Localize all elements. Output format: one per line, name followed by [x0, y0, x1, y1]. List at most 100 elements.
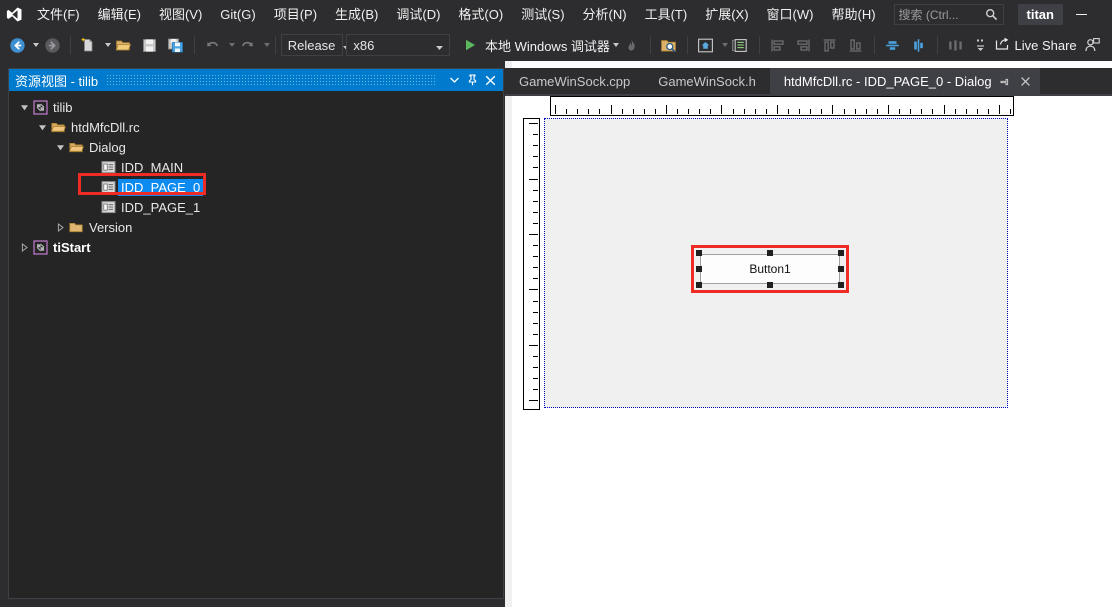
tree-item-tistart[interactable]: tiStart: [9, 237, 503, 257]
toolbar-separator: [274, 36, 276, 54]
platform-combo[interactable]: x86: [346, 34, 450, 56]
folder-open-icon: [67, 137, 85, 157]
designer-gutter: [505, 61, 512, 607]
tree-item-htdmfcdll-rc[interactable]: htdMfcDll.rc: [9, 117, 503, 137]
menu-help[interactable]: 帮助(H): [822, 0, 884, 29]
save-all-icon[interactable]: [163, 33, 189, 57]
resize-handle-middle-right[interactable]: [838, 266, 844, 272]
configuration-combo[interactable]: Release: [280, 34, 351, 56]
play-icon[interactable]: [457, 33, 483, 57]
account-icon[interactable]: [1079, 37, 1112, 53]
menu-git[interactable]: Git(G): [211, 0, 264, 29]
twisty-placeholder: [85, 177, 99, 197]
align-top-icon[interactable]: [817, 33, 843, 57]
tree-item-dialog[interactable]: Dialog: [9, 137, 503, 157]
align-left-icon[interactable]: [765, 33, 791, 57]
close-icon[interactable]: [481, 71, 499, 89]
minimize-icon[interactable]: [1064, 0, 1098, 29]
menu-edit[interactable]: 编辑(E): [89, 0, 150, 29]
menu-view[interactable]: 视图(V): [150, 0, 211, 29]
pin-icon[interactable]: [463, 71, 481, 89]
menu-format[interactable]: 格式(O): [449, 0, 512, 29]
tree-item-version[interactable]: Version: [9, 217, 503, 237]
tab-label: htdMfcDll.rc - IDD_PAGE_0 - Dialog: [783, 73, 992, 89]
properties-window-icon[interactable]: [728, 33, 754, 57]
toolbar-overflow-icon[interactable]: [968, 33, 994, 57]
expanded-twisty-icon[interactable]: [53, 137, 67, 157]
resource-view-header: 资源视图 - tilib: [9, 69, 503, 91]
new-file-icon[interactable]: [76, 33, 102, 57]
open-folder-icon[interactable]: [111, 33, 137, 57]
close-icon[interactable]: [1018, 73, 1034, 89]
collapsed-twisty-icon[interactable]: [53, 217, 67, 237]
dialog-button-control[interactable]: Button1: [700, 254, 840, 284]
resource-view-panel: 资源视图 - tilib tilib htdMfcDll.rc Dialog I…: [8, 68, 504, 599]
project-icon: [31, 237, 49, 257]
account-badge[interactable]: titan: [1017, 4, 1063, 25]
space-across-icon[interactable]: [942, 33, 968, 57]
resize-handle-middle-left[interactable]: [696, 266, 702, 272]
center-horizontal-icon[interactable]: [880, 33, 906, 57]
start-debug-label[interactable]: 本地 Windows 调试器: [485, 36, 610, 55]
tab-label: GameWinSock.cpp: [519, 73, 631, 89]
menu-extensions[interactable]: 扩展(X): [696, 0, 757, 29]
center-vertical-icon[interactable]: [906, 33, 932, 57]
dialog-design-surface[interactable]: Button1: [544, 118, 1008, 408]
menu-file[interactable]: 文件(F): [28, 0, 89, 29]
align-bottom-icon[interactable]: [843, 33, 869, 57]
menu-build[interactable]: 生成(B): [326, 0, 387, 29]
undo-icon[interactable]: [200, 33, 226, 57]
vertical-ruler: [523, 118, 540, 410]
tree-item-idd-page-0[interactable]: IDD_PAGE_0: [9, 177, 503, 197]
tab-label: GameWinSock.h: [658, 73, 756, 89]
tree-item-idd-main[interactable]: IDD_MAIN: [9, 157, 503, 177]
resize-handle-top-right[interactable]: [838, 250, 844, 256]
menu-bar: 文件(F) 编辑(E) 视图(V) Git(G) 项目(P) 生成(B) 调试(…: [0, 0, 1112, 29]
expanded-twisty-icon[interactable]: [35, 117, 49, 137]
collapsed-twisty-icon[interactable]: [17, 237, 31, 257]
tab-gamewinsock-h[interactable]: GameWinSock.h: [644, 68, 770, 94]
expanded-twisty-icon[interactable]: [17, 97, 31, 117]
pin-icon[interactable]: [997, 73, 1013, 89]
menu-debug[interactable]: 调试(D): [387, 0, 449, 29]
live-share-label: Live Share: [1014, 37, 1077, 53]
tab-gamewinsock-cpp[interactable]: GameWinSock.cpp: [505, 68, 645, 94]
resize-handle-bottom-center[interactable]: [767, 282, 773, 288]
navigate-forward-icon[interactable]: [39, 33, 65, 57]
live-share-icon: [995, 36, 1010, 54]
resize-handle-top-left[interactable]: [696, 250, 702, 256]
tree-item-label: IDD_MAIN: [121, 159, 184, 175]
resize-handle-bottom-left[interactable]: [696, 282, 702, 288]
chevron-down-icon[interactable]: [445, 71, 463, 89]
tree-item-tilib[interactable]: tilib: [9, 97, 503, 117]
menu-test[interactable]: 测试(S): [512, 0, 573, 29]
menu-project[interactable]: 项目(P): [265, 0, 326, 29]
redo-icon[interactable]: [235, 33, 261, 57]
tree-item-label-selected: IDD_PAGE_0: [118, 178, 204, 196]
home-icon[interactable]: [693, 33, 719, 57]
tree-item-label: tiStart: [53, 239, 91, 255]
dialog-designer-surface-host: Button1: [512, 96, 1112, 607]
live-share-button[interactable]: Live Share: [995, 36, 1079, 54]
menu-window[interactable]: 窗口(W): [758, 0, 823, 29]
dialog-button-label: Button1: [749, 262, 791, 276]
redo-dropdown[interactable]: [263, 43, 270, 47]
folder-search-icon[interactable]: [656, 33, 682, 57]
platform-value: x86: [353, 37, 375, 53]
menu-analyze[interactable]: 分析(N): [574, 0, 636, 29]
hot-reload-icon[interactable]: [619, 33, 645, 57]
tree-item-idd-page-1[interactable]: IDD_PAGE_1: [9, 197, 503, 217]
tab-htdmfcdll-rc-idd-page-0-dialog[interactable]: htdMfcDll.rc - IDD_PAGE_0 - Dialog: [769, 68, 1040, 94]
resize-handle-top-center[interactable]: [767, 250, 773, 256]
configuration-value: Release: [287, 37, 336, 53]
menu-tools[interactable]: 工具(T): [636, 0, 697, 29]
panel-drag-handle[interactable]: [106, 74, 437, 86]
search-input[interactable]: 搜索 (Ctrl...: [893, 4, 1004, 25]
save-icon[interactable]: [137, 33, 163, 57]
align-right-icon[interactable]: [791, 33, 817, 57]
tree-item-label: Version: [89, 219, 133, 235]
navigate-back-icon[interactable]: [4, 33, 30, 57]
project-icon: [31, 97, 49, 117]
chevron-down-icon: [428, 38, 443, 53]
resize-handle-bottom-right[interactable]: [838, 282, 844, 288]
